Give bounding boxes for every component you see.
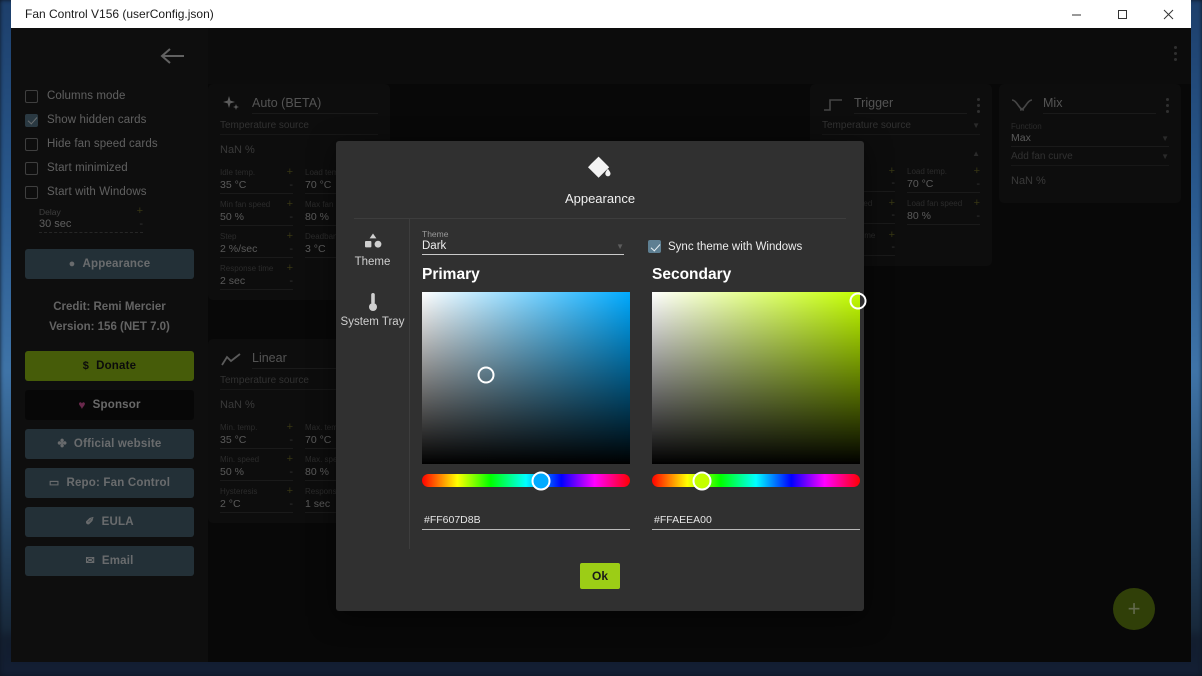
paint-bucket-icon <box>336 155 864 185</box>
checkbox-icon <box>648 240 661 253</box>
secondary-title: Secondary <box>652 266 732 283</box>
app-body: Columns mode Show hidden cards Hide fan … <box>11 28 1191 662</box>
checkbox-sync-theme-with-windows[interactable]: Sync theme with Windows <box>648 240 802 255</box>
dialog-body: Theme System Tray Theme Dark ▼ Sync them… <box>336 219 867 549</box>
appearance-dialog: Appearance Theme System Tray Theme Dark … <box>336 141 867 611</box>
theme-row: Theme Dark ▼ Sync theme with Windows <box>422 229 860 255</box>
close-button[interactable] <box>1145 0 1191 28</box>
color-thumb[interactable] <box>849 292 867 310</box>
primary-hex-input[interactable]: #FF607D8B <box>422 514 630 530</box>
chevron-down-icon: ▼ <box>616 241 624 251</box>
checkbox-label: Sync theme with Windows <box>668 240 803 253</box>
minimize-button[interactable] <box>1053 0 1099 28</box>
primary-color-picker: Primary #FF607D8B <box>422 266 630 530</box>
primary-saturation-value-box[interactable] <box>422 292 630 464</box>
title-bar: Fan Control V156 (userConfig.json) <box>11 0 1191 28</box>
theme-select-caption: Theme <box>422 229 449 239</box>
shapes-icon <box>336 231 409 253</box>
value-gradient <box>652 292 860 464</box>
hue-thumb[interactable] <box>531 471 551 490</box>
dialog-footer: Ok <box>336 549 864 589</box>
value-gradient <box>422 292 630 464</box>
nav-item-label: Theme <box>354 256 391 268</box>
color-pickers: Primary #FF607D8B Secondary #FFAEEA00 <box>422 266 867 530</box>
primary-hue-slider[interactable] <box>422 471 630 490</box>
nav-item-theme[interactable]: Theme <box>336 231 409 269</box>
color-thumb[interactable] <box>477 366 495 384</box>
secondary-hex-input[interactable]: #FFAEEA00 <box>652 514 860 530</box>
secondary-saturation-value-box[interactable] <box>652 292 867 464</box>
ok-button[interactable]: Ok <box>580 563 620 589</box>
dialog-nav: Theme System Tray <box>336 219 410 549</box>
dialog-header: Appearance <box>336 141 864 214</box>
hue-thumb[interactable] <box>692 471 712 490</box>
window-title: Fan Control V156 (userConfig.json) <box>25 7 214 21</box>
theme-select-value: Dark <box>422 240 447 252</box>
dialog-title: Appearance <box>564 191 636 206</box>
maximize-button[interactable] <box>1099 0 1145 28</box>
theme-select[interactable]: Theme Dark ▼ <box>422 229 624 255</box>
nav-item-label: System Tray <box>340 315 405 328</box>
dialog-content: Theme Dark ▼ Sync theme with Windows Pri… <box>410 219 875 549</box>
secondary-color-picker: Secondary #FFAEEA00 <box>652 266 867 530</box>
thermometer-icon <box>336 291 409 313</box>
secondary-hue-slider[interactable] <box>652 471 860 490</box>
primary-title: Primary <box>422 266 480 283</box>
nav-item-system-tray[interactable]: System Tray <box>336 291 409 329</box>
app-window: Fan Control V156 (userConfig.json) Colum… <box>11 0 1191 662</box>
